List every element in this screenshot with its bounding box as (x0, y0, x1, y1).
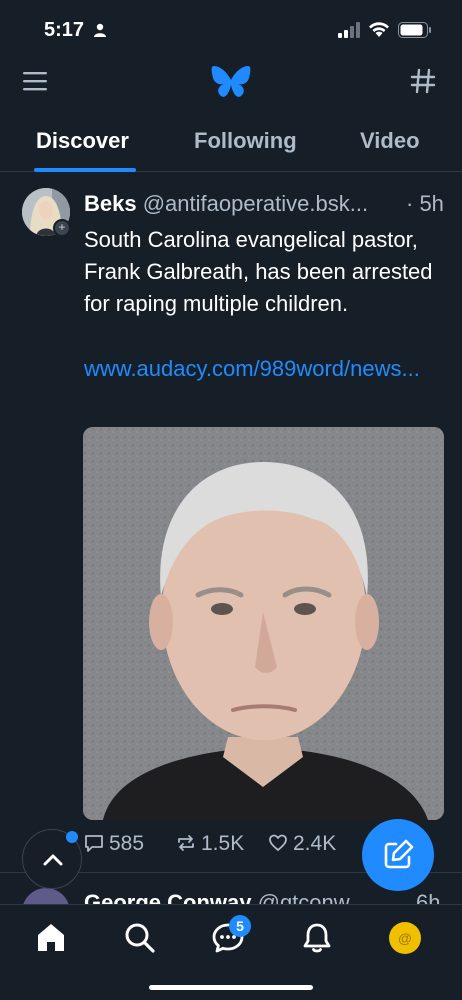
post-link[interactable]: www.audacy.com/989word/news... (84, 353, 420, 385)
mugshot-photo (83, 427, 444, 820)
person-icon (94, 23, 106, 37)
like-button[interactable]: 2.4K (268, 832, 336, 856)
post-text: South Carolina evangelical pastor, Frank… (84, 227, 433, 316)
compose-post-button[interactable] (362, 819, 434, 891)
top-bar (0, 58, 462, 108)
next-author-name[interactable]: George Conway (84, 890, 251, 904)
next-author-avatar[interactable] (22, 888, 70, 904)
author-name[interactable]: Beks (84, 191, 137, 216)
menu-icon[interactable] (22, 70, 48, 92)
battery-icon (398, 22, 431, 38)
hashtag-feeds-icon[interactable] (410, 68, 436, 94)
next-post-header: George Conway @gtconw... (84, 890, 367, 904)
post-timestamp: · 5h (404, 191, 444, 217)
new-posts-dot (66, 831, 78, 843)
butterfly-logo-icon[interactable] (211, 65, 251, 101)
bottom-nav: 5 @ (0, 904, 462, 1000)
home-indicator (149, 985, 313, 990)
feed-post[interactable]: + Beks @antifaoperative.bsk... · 5h Sout… (0, 173, 462, 873)
bell-icon[interactable] (300, 921, 334, 955)
author-handle[interactable]: @antifaoperative.bsk... (143, 191, 368, 216)
repost-count: 1.5K (201, 832, 245, 855)
post-image[interactable] (83, 427, 444, 820)
tab-following[interactable]: Following (194, 128, 297, 154)
next-author-handle[interactable]: @gtconw... (258, 890, 367, 904)
next-post-timestamp: 6h (416, 890, 441, 904)
chat-unread-badge: 5 (229, 915, 251, 937)
search-icon[interactable] (123, 921, 157, 955)
follow-plus-icon[interactable]: + (53, 219, 71, 237)
reply-icon (85, 835, 103, 852)
wifi-icon (369, 22, 389, 37)
status-bar: 5:17 (0, 0, 462, 58)
repost-button[interactable]: 1.5K (176, 832, 244, 856)
reply-count: 585 (109, 832, 145, 855)
post-header: Beks @antifaoperative.bsk... (84, 191, 446, 217)
status-time: 5:17 (44, 19, 85, 41)
compose-pencil-icon (384, 839, 414, 869)
like-count: 2.4K (293, 832, 337, 855)
heart-icon (269, 834, 287, 851)
active-tab-indicator (34, 168, 136, 172)
tab-discover[interactable]: Discover (36, 128, 129, 154)
reply-button[interactable]: 585 (84, 832, 144, 856)
feed-tabs: Discover Following Video (0, 112, 462, 172)
repost-icon (178, 835, 194, 851)
cellular-signal-icon (338, 22, 360, 38)
home-icon[interactable] (34, 921, 68, 955)
profile-avatar[interactable]: @ (389, 922, 421, 954)
tab-video[interactable]: Video (360, 128, 420, 154)
